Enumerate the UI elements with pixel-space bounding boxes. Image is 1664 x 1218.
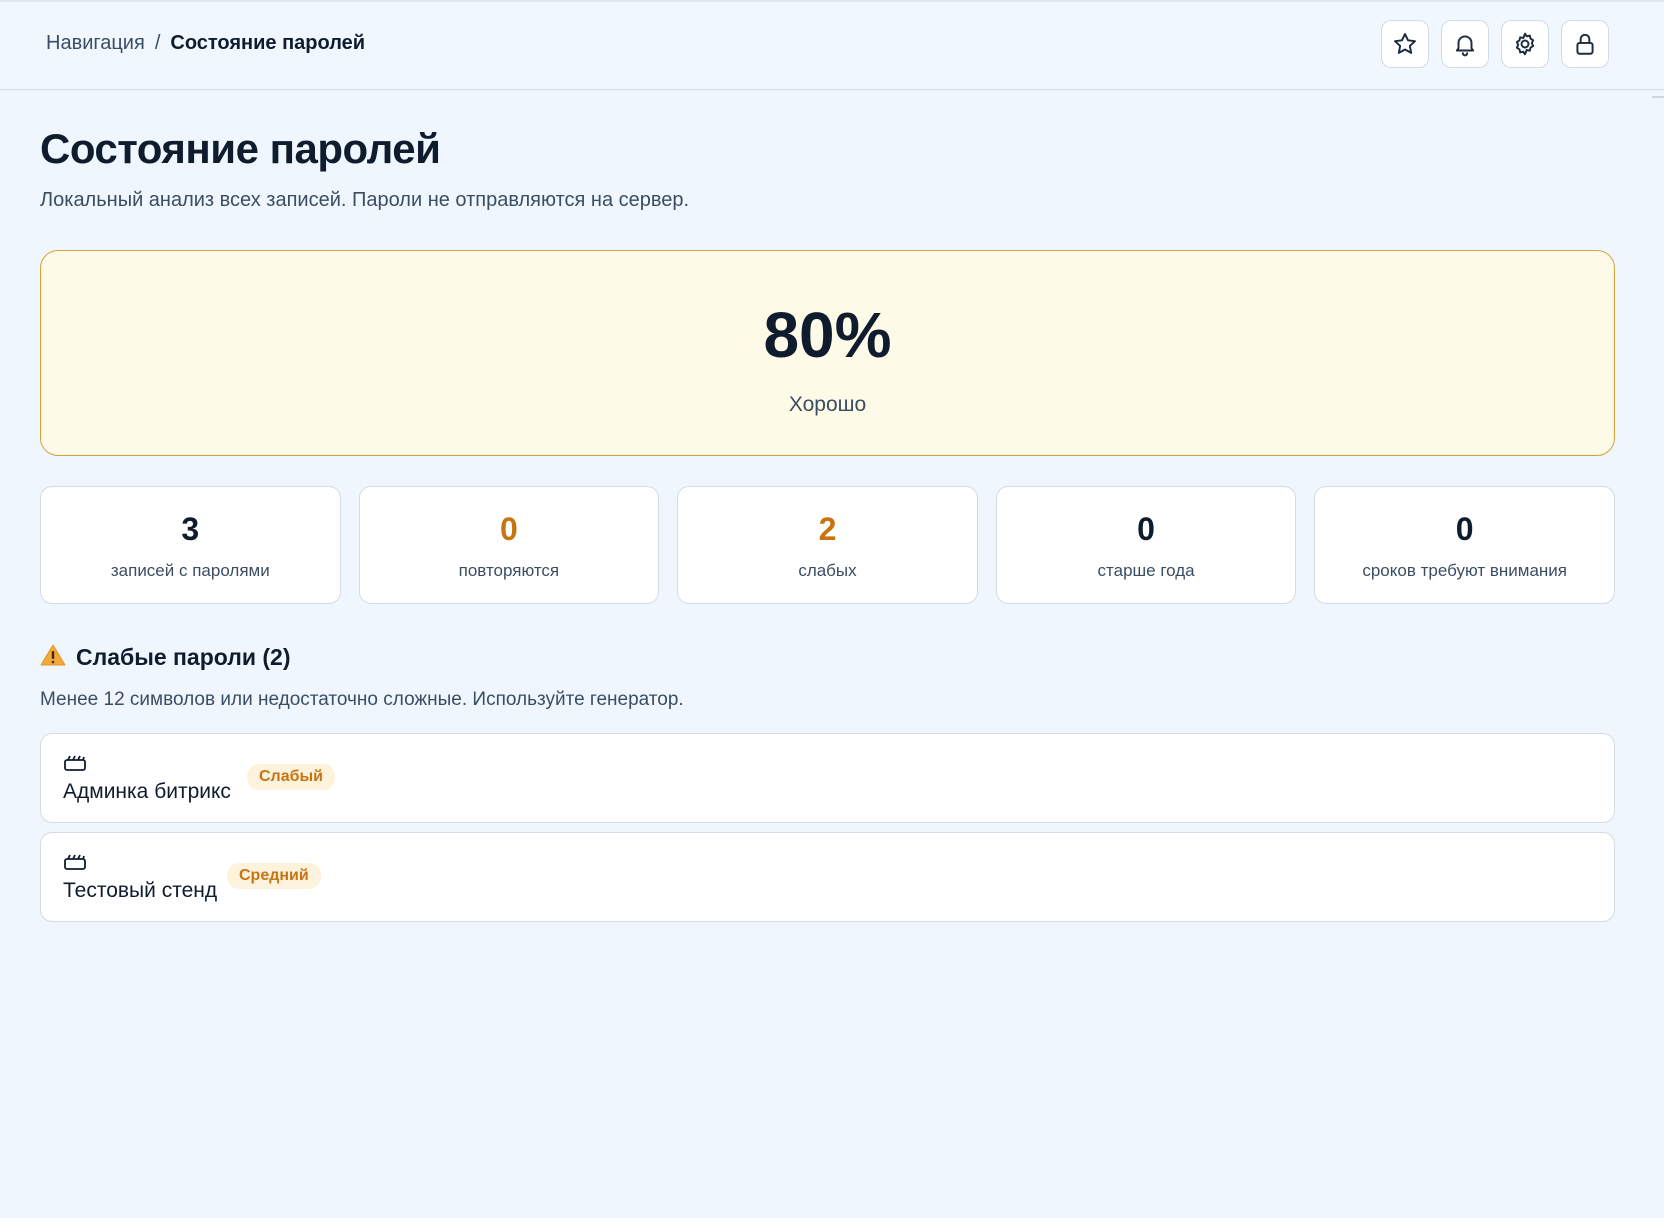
- stat-card-expiry: 0 сроков требуют внимания: [1314, 486, 1615, 604]
- stat-card-weak: 2 слабых: [677, 486, 978, 604]
- stat-label: старше года: [1097, 561, 1195, 580]
- stat-label: записей с паролями: [110, 561, 270, 580]
- stat-label: слабых: [798, 561, 857, 580]
- stat-value: 2: [818, 511, 837, 547]
- gear-icon: [1515, 32, 1535, 56]
- score-card: 80% Хорошо: [40, 250, 1615, 456]
- stat-card-old: 0 старше года: [995, 486, 1297, 604]
- page-subtitle: Локальный анализ всех записей. Пароли не…: [40, 189, 690, 211]
- strength-badge: Средний: [227, 863, 321, 889]
- weak-passwords-header: Слабые пароли (2): [40, 643, 291, 672]
- section-description: Менее 12 символов или недостаточно сложн…: [40, 689, 684, 710]
- breadcrumb-root-link[interactable]: Навигация: [46, 32, 145, 55]
- stat-value: 0: [1137, 511, 1155, 547]
- weak-entry-row[interactable]: Админка битрикс Слабый: [40, 733, 1615, 823]
- header-actions: [1381, 20, 1609, 68]
- star-icon: [1394, 33, 1416, 54]
- stat-value: 0: [1455, 511, 1474, 547]
- scrollbar-hint: [1652, 96, 1664, 98]
- server-icon: [63, 754, 87, 777]
- page-title: Состояние паролей: [40, 125, 441, 172]
- breadcrumb-separator: /: [154, 32, 161, 54]
- top-bar: Навигация / Состояние паролей: [0, 0, 1664, 90]
- breadcrumb: Навигация / Состояние паролей: [46, 32, 365, 55]
- score-label: Хорошо: [788, 393, 867, 416]
- entry-name: Тестовый стенд: [63, 879, 218, 902]
- bell-icon: [1455, 35, 1475, 57]
- notifications-button[interactable]: [1441, 20, 1489, 68]
- server-icon: [63, 853, 87, 876]
- stats-row: 3 записей с паролями 0 повторяются 2 сла…: [40, 486, 1615, 604]
- entry-name: Админка битрикс: [63, 780, 231, 803]
- stat-value: 0: [499, 511, 518, 547]
- stat-card-entries: 3 записей с паролями: [40, 486, 341, 604]
- lock-icon: [1576, 33, 1594, 55]
- section-title: Слабые пароли (2): [76, 644, 291, 670]
- warning-icon: [40, 643, 66, 672]
- lock-button[interactable]: [1561, 20, 1609, 68]
- breadcrumb-current: Состояние паролей: [170, 32, 366, 54]
- stat-value: 3: [181, 511, 200, 547]
- score-value: 80%: [763, 299, 892, 371]
- weak-entry-row[interactable]: Тестовый стенд Средний: [40, 832, 1615, 922]
- stat-label: повторяются: [458, 561, 560, 580]
- favorites-button[interactable]: [1381, 20, 1429, 68]
- settings-button[interactable]: [1501, 20, 1549, 68]
- strength-badge: Слабый: [247, 764, 335, 790]
- stat-label: сроков требуют внимания: [1362, 561, 1567, 580]
- main-content: Состояние паролей Локальный анализ всех …: [40, 125, 1615, 922]
- stat-card-reused: 0 повторяются: [358, 486, 660, 604]
